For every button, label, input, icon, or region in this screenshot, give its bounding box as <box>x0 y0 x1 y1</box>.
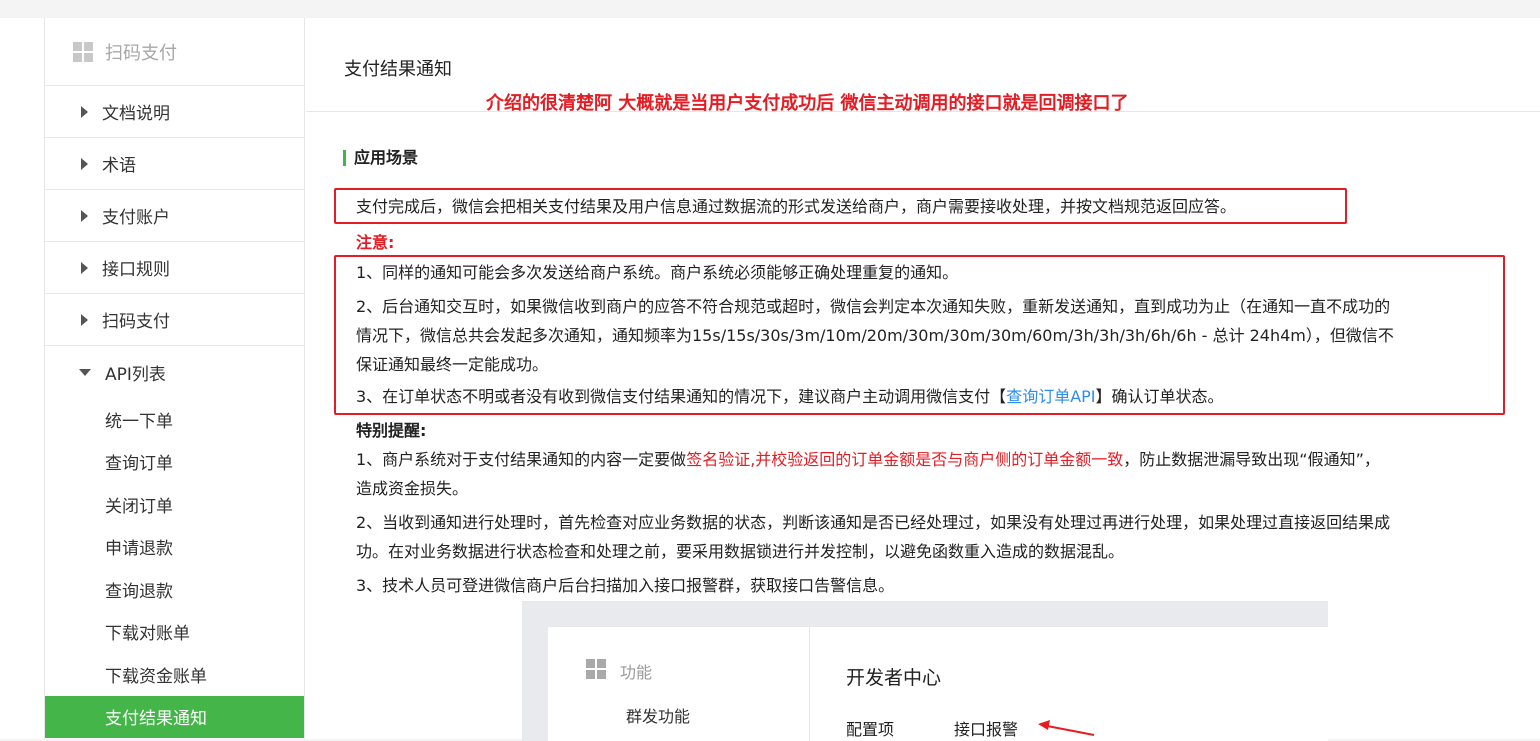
query-order-api-link[interactable]: 查询订单API <box>1006 387 1095 406</box>
intro-text: 支付完成后，微信会把相关支付结果及用户信息通过数据流的形式发送给商户，商户需要接… <box>356 197 1237 216</box>
remind1-prefix: 1、商户系统对于支付结果通知的内容一定要做 <box>356 450 687 469</box>
notice3-prefix: 3、在订单状态不明或者没有收到微信支付结果通知的情况下，建议商户主动调用微信支付… <box>356 387 1007 406</box>
main-header: 支付结果通知 介绍的很清楚阿 大概就是当用户支付成功后 微信主动调用的接口就是回… <box>306 18 1540 114</box>
sidebar-sub-query-refund[interactable]: 查询退款 <box>45 568 304 611</box>
remind-line-2b: 功。在对业务数据进行状态检查和处理之前，要采用数据锁进行并发控制，以避免函数重入… <box>356 542 1125 561</box>
sidebar-item-label: 接口规则 <box>102 260 170 280</box>
main-content: 支付结果通知 介绍的很清楚阿 大概就是当用户支付成功后 微信主动调用的接口就是回… <box>306 18 1540 741</box>
notice3-suffix: 】确认订单状态。 <box>1095 387 1224 406</box>
page-title: 支付结果通知 <box>344 59 452 80</box>
sidebar-sub-download-fund-bill[interactable]: 下载资金账单 <box>45 653 304 696</box>
sidebar-sub-unified-order[interactable]: 统一下单 <box>45 398 304 441</box>
notice-label: 注意: <box>356 233 395 252</box>
remind-line-1: 1、商户系统对于支付结果通知的内容一定要做签名验证,并校验返回的订单金额是否与商… <box>356 445 1380 474</box>
notice-line: 1、同样的通知可能会多次发送给商户系统。商户系统必须能够正确处理重复的通知。 <box>356 263 959 282</box>
remind1-suffix: ，防止数据泄漏导致出现“假通知”， <box>1123 450 1380 469</box>
sidebar-item-api-list[interactable]: API列表 <box>45 346 304 398</box>
remind-label: 特别提醒: <box>356 421 427 440</box>
screenshot-panel: 功能 群发功能 开发者中心 配置项 接口报警 <box>548 627 1328 741</box>
top-strip <box>0 0 1540 18</box>
notice-line-3: 3、在订单状态不明或者没有收到微信支付结果通知的情况下，建议商户主动调用微信支付… <box>356 382 1224 411</box>
sidebar-sub-close-order[interactable]: 关闭订单 <box>45 483 304 526</box>
sidebar-item-label: 文档说明 <box>102 104 170 124</box>
remind-line-2a: 2、当收到通知进行处理时，首先检查对应业务数据的状态，判断该通知是否已经处理过，… <box>356 513 1391 532</box>
caret-right-icon <box>81 157 88 170</box>
sidebar-item-docs[interactable]: 文档说明 <box>45 86 304 138</box>
sidebar-sub-pay-notify[interactable]: 支付结果通知 <box>45 695 304 738</box>
screenshot-alert-label: 接口报警 <box>954 720 1019 739</box>
sidebar-title: 扫码支付 <box>105 42 177 64</box>
sidebar-item-terms[interactable]: 术语 <box>45 138 304 190</box>
screenshot-sidebar: 功能 群发功能 <box>548 627 810 741</box>
screenshot-config-label: 配置项 <box>846 720 895 739</box>
caret-down-icon <box>79 368 91 376</box>
annotation-text: 介绍的很清楚阿 大概就是当用户支付成功后 微信主动调用的接口就是回调接口了 <box>486 93 1129 114</box>
sidebar-item-rules[interactable]: 接口规则 <box>45 242 304 294</box>
sidebar-sub-query-order[interactable]: 查询订单 <box>45 441 304 484</box>
sidebar-item-label: 扫码支付 <box>102 312 170 332</box>
remind1-red-text: 签名验证,并校验返回的订单金额是否与商户侧的订单金额一致 <box>686 450 1124 469</box>
sidebar-header: 扫码支付 <box>45 18 304 86</box>
screenshot-func-label: 功能 <box>620 663 653 682</box>
caret-right-icon <box>81 105 88 118</box>
sidebar-sub-refund[interactable]: 申请退款 <box>45 526 304 569</box>
red-arrow-icon <box>1038 720 1095 736</box>
section-title: 应用场景 <box>343 150 418 166</box>
grid-icon <box>586 659 606 679</box>
notice-line: 情况下，微信总共会发起多次通知，通知频率为15s/15s/30s/3m/10m/… <box>356 326 1394 345</box>
caret-right-icon <box>81 261 88 274</box>
caret-right-icon <box>81 209 88 222</box>
grid-icon <box>73 41 93 62</box>
screenshot-func-item: 群发功能 <box>626 707 691 726</box>
sidebar-item-account[interactable]: 支付账户 <box>45 190 304 242</box>
sidebar-sub-download-bill[interactable]: 下载对账单 <box>45 611 304 654</box>
embedded-screenshot: 功能 群发功能 开发者中心 配置项 接口报警 <box>522 601 1328 741</box>
sidebar-item-label: 支付账户 <box>102 208 170 228</box>
screenshot-dev-center: 开发者中心 <box>846 667 942 689</box>
sidebar-item-scan-pay[interactable]: 扫码支付 <box>45 294 304 346</box>
sidebar-item-label: 术语 <box>102 156 136 176</box>
remind-line-3: 3、技术人员可登进微信商户后台扫描加入接口报警群，获取接口告警信息。 <box>356 576 895 595</box>
sidebar: 扫码支付 文档说明 术语 支付账户 接口规则 扫码支付 API列表 统一下单 查… <box>44 18 305 739</box>
sidebar-item-label: API列表 <box>105 364 166 385</box>
remind-line-1b: 造成资金损失。 <box>356 479 469 498</box>
notice-line: 保证通知最终一定能成功。 <box>356 355 549 374</box>
notice-line: 2、后台通知交互时，如果微信收到商户的应答不符合规范或超时，微信会判定本次通知失… <box>356 297 1391 316</box>
caret-right-icon <box>81 313 88 326</box>
